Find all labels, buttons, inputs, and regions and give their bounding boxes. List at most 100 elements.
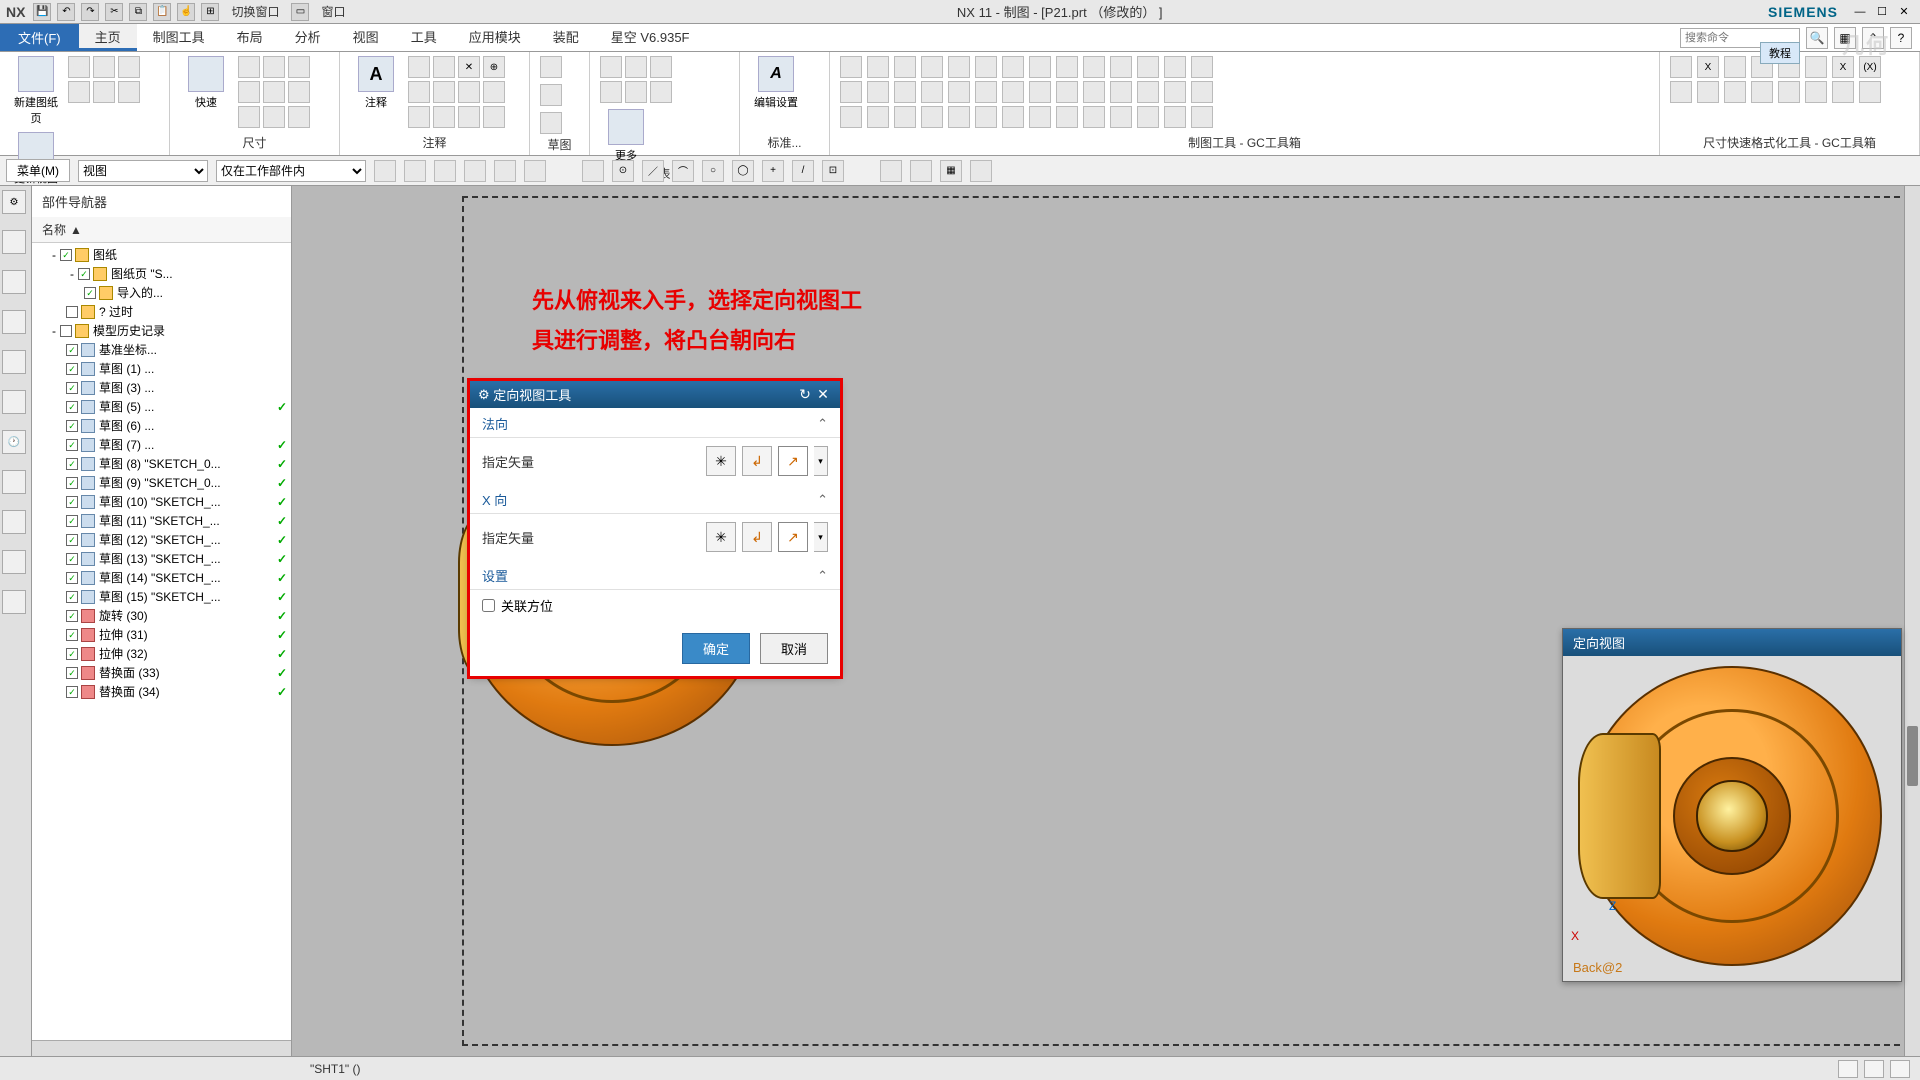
- ribbon-small-button[interactable]: [948, 106, 970, 128]
- tree-checkbox[interactable]: ✓: [60, 249, 72, 261]
- selbar-icon[interactable]: [910, 160, 932, 182]
- preview-title[interactable]: 定向视图: [1563, 629, 1901, 656]
- vector-dropdown-icon[interactable]: ▾: [814, 446, 828, 476]
- selbar-icon[interactable]: ⊙: [612, 160, 634, 182]
- search-icon[interactable]: 🔍: [1806, 27, 1828, 49]
- tree-checkbox[interactable]: ✓: [66, 439, 78, 451]
- ribbon-small-button[interactable]: [1083, 106, 1105, 128]
- vector-constructor-icon[interactable]: ↗: [778, 522, 808, 552]
- ribbon-small-button[interactable]: [1029, 56, 1051, 78]
- ribbon-small-button[interactable]: [975, 56, 997, 78]
- ribbon-small-button[interactable]: [1191, 56, 1213, 78]
- ribbon-small-button[interactable]: [1083, 81, 1105, 103]
- menubar-tab[interactable]: 主页: [79, 24, 137, 51]
- ribbon-small-button[interactable]: [625, 81, 647, 103]
- ribbon-small-button[interactable]: [540, 112, 562, 134]
- ribbon-small-button[interactable]: [263, 81, 285, 103]
- collapse-ribbon-icon[interactable]: ⌃: [1862, 27, 1884, 49]
- window-label[interactable]: 窗口: [321, 3, 345, 20]
- ribbon-small-button[interactable]: [1110, 56, 1132, 78]
- ribbon-small-button[interactable]: [600, 81, 622, 103]
- vector-dropdown-icon[interactable]: ▾: [814, 522, 828, 552]
- tree-row[interactable]: -✓图纸: [32, 245, 291, 264]
- paste-icon[interactable]: 📋: [153, 3, 171, 21]
- tree-checkbox[interactable]: ✓: [66, 382, 78, 394]
- ribbon-small-button[interactable]: [1056, 81, 1078, 103]
- rail-button[interactable]: [2, 510, 26, 534]
- ribbon-small-button[interactable]: [600, 56, 622, 78]
- tree-row[interactable]: ✓草图 (8) "SKETCH_0...✓: [32, 454, 291, 473]
- ribbon-small-button[interactable]: [433, 56, 455, 78]
- tree-checkbox[interactable]: ✓: [66, 591, 78, 603]
- menubar-tab[interactable]: 布局: [221, 24, 279, 51]
- ribbon-small-button[interactable]: [1751, 81, 1773, 103]
- tree-checkbox[interactable]: ✓: [66, 496, 78, 508]
- assoc-orient-row[interactable]: 关联方位: [470, 590, 840, 625]
- rail-button[interactable]: [2, 310, 26, 334]
- menubar-tab[interactable]: 工具: [395, 24, 453, 51]
- ribbon-small-button[interactable]: [483, 81, 505, 103]
- tree-checkbox[interactable]: ✓: [66, 610, 78, 622]
- ok-button[interactable]: 确定: [682, 633, 750, 664]
- selbar-icon[interactable]: [494, 160, 516, 182]
- ribbon-small-button[interactable]: [1056, 106, 1078, 128]
- tree-checkbox[interactable]: ✓: [66, 686, 78, 698]
- tree-checkbox[interactable]: [60, 325, 72, 337]
- ribbon-small-button[interactable]: [118, 81, 140, 103]
- tree-checkbox[interactable]: ✓: [66, 401, 78, 413]
- ribbon-small-button[interactable]: [540, 84, 562, 106]
- tree-row[interactable]: ✓草图 (9) "SKETCH_0...✓: [32, 473, 291, 492]
- tree-row[interactable]: ✓草图 (12) "SKETCH_...✓: [32, 530, 291, 549]
- ribbon-small-button[interactable]: [118, 56, 140, 78]
- tree-checkbox[interactable]: ✓: [66, 629, 78, 641]
- ribbon-small-button[interactable]: [840, 56, 862, 78]
- tree-checkbox[interactable]: ✓: [66, 344, 78, 356]
- menu-button[interactable]: 菜单(M): [6, 159, 70, 182]
- tree-row[interactable]: ✓草图 (10) "SKETCH_...✓: [32, 492, 291, 511]
- close-button[interactable]: ✕: [1894, 4, 1914, 20]
- ribbon-small-button[interactable]: [1805, 56, 1827, 78]
- ribbon-small-button[interactable]: [650, 56, 672, 78]
- selbar-icon[interactable]: ／: [642, 160, 664, 182]
- ribbon-small-button[interactable]: [1859, 81, 1881, 103]
- ribbon-small-button[interactable]: [1778, 81, 1800, 103]
- ribbon-small-button[interactable]: [921, 81, 943, 103]
- tree-row[interactable]: ✓导入的...: [32, 283, 291, 302]
- rail-button[interactable]: [2, 230, 26, 254]
- copy-icon[interactable]: ⧉: [129, 3, 147, 21]
- menubar-tab[interactable]: 制图工具: [137, 24, 221, 51]
- ribbon-small-button[interactable]: [975, 106, 997, 128]
- ribbon-small-button[interactable]: [1110, 106, 1132, 128]
- ribbon-small-button[interactable]: [1002, 81, 1024, 103]
- ribbon-small-button[interactable]: [1164, 56, 1186, 78]
- tree-checkbox[interactable]: ✓: [84, 287, 96, 299]
- section-settings[interactable]: 设置 ⌃: [470, 560, 840, 590]
- tree-row[interactable]: ✓草图 (15) "SKETCH_...✓: [32, 587, 291, 606]
- selbar-icon[interactable]: ⌒: [672, 160, 694, 182]
- window-switch-icon[interactable]: ⊞: [201, 3, 219, 21]
- collapse-icon[interactable]: ⌃: [817, 416, 828, 432]
- ribbon-small-button[interactable]: [1191, 81, 1213, 103]
- menubar-tab[interactable]: 分析: [279, 24, 337, 51]
- tree-row[interactable]: ✓拉伸 (31)✓: [32, 625, 291, 644]
- ribbon-small-button[interactable]: [1805, 81, 1827, 103]
- ribbon-small-button[interactable]: ✕: [458, 56, 480, 78]
- ribbon-small-button[interactable]: [68, 81, 90, 103]
- tree-row[interactable]: -✓图纸页 "S...: [32, 264, 291, 283]
- tree-row[interactable]: ? 过时: [32, 302, 291, 321]
- ribbon-small-button[interactable]: X: [1832, 56, 1854, 78]
- graphics-canvas[interactable]: 先从俯视来入手，选择定向视图工 具进行调整，将凸台朝向右 ⚙ 定向视图工具 ↻ …: [292, 186, 1920, 1056]
- tree-checkbox[interactable]: ✓: [66, 458, 78, 470]
- dialog-titlebar[interactable]: ⚙ 定向视图工具 ↻ ✕: [470, 381, 840, 408]
- new-drawing-sheet-button[interactable]: 新建图纸页: [10, 56, 62, 126]
- ribbon-small-button[interactable]: [458, 81, 480, 103]
- ribbon-small-button[interactable]: [867, 106, 889, 128]
- expand-icon[interactable]: -: [66, 267, 78, 281]
- tree-checkbox[interactable]: ✓: [66, 515, 78, 527]
- ribbon-small-button[interactable]: [1029, 81, 1051, 103]
- selbar-icon[interactable]: [582, 160, 604, 182]
- ribbon-small-button[interactable]: [238, 106, 260, 128]
- ribbon-small-button[interactable]: [238, 56, 260, 78]
- selection-filter-2[interactable]: 仅在工作部件内: [216, 160, 366, 182]
- redo-icon[interactable]: ↷: [81, 3, 99, 21]
